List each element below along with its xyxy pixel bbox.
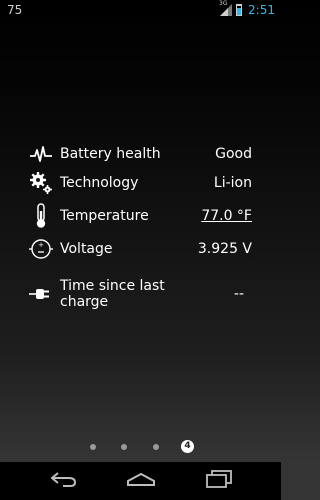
navigation-bar [0,462,281,500]
back-icon [49,470,77,492]
temperature-label: Temperature [60,208,149,224]
page-dot-1[interactable] [90,444,96,450]
network-type-label: 3G [219,0,228,7]
pulse-icon [28,141,54,167]
battery-health-label: Battery health [60,146,161,162]
row-battery-health: Battery health Good [28,141,252,167]
voltage-label: Voltage [60,241,113,257]
signal-icon: 3G [219,0,233,17]
technology-value: Li-ion [213,175,252,191]
battery-health-value: Good [215,146,252,162]
temperature-value-link[interactable]: 77.0 °F [201,208,252,224]
back-button[interactable] [48,470,78,492]
row-technology: Technology Li-ion [28,170,252,196]
technology-label: Technology [60,175,139,191]
voltage-value: 3.925 V [197,241,252,257]
gears-icon [28,170,54,196]
home-icon [126,471,156,491]
plug-icon [28,281,54,307]
time-since-charge-label: Time since last charge [60,278,165,310]
time-since-charge-value: -- [233,286,244,302]
recents-icon [205,470,233,492]
battery-fill [237,7,242,15]
row-voltage: + Voltage 3.925 V [28,236,252,262]
page-indicator: 4 [0,440,281,454]
page-dot-2[interactable] [121,444,127,450]
status-bar: 75 3G 2:51 [0,0,281,19]
status-time: 2:51 [248,2,275,17]
status-battery-percent: 75 [7,3,23,17]
voltage-icon: + [28,236,54,262]
thermometer-icon [28,203,54,229]
row-time-since-charge: Time since last charge -- [28,276,252,312]
svg-text:+: + [38,241,44,249]
status-icons: 3G 2:51 [219,0,275,18]
row-temperature[interactable]: Temperature 77.0 °F [28,203,252,229]
page-dot-3[interactable] [153,444,159,450]
page-dot-active[interactable]: 4 [181,440,194,453]
home-button[interactable] [126,470,156,492]
recents-button[interactable] [204,470,234,492]
battery-icon [236,3,243,16]
